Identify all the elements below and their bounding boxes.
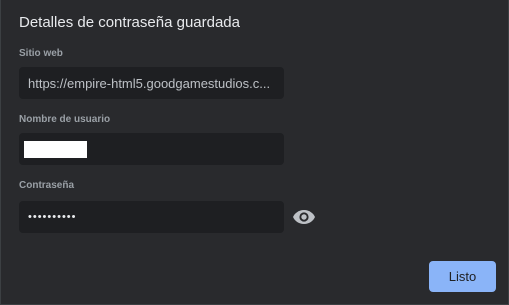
saved-password-dialog: Detalles de contraseña guardada Sitio we… (0, 0, 509, 305)
website-field[interactable]: https://empire-html5.goodgamestudios.c..… (19, 67, 284, 99)
username-field[interactable] (19, 133, 284, 165)
redacted-username-block (24, 141, 87, 158)
done-button[interactable]: Listo (429, 261, 496, 292)
eye-icon (293, 210, 315, 224)
dialog-title: Detalles de contraseña guardada (19, 14, 240, 31)
username-label: Nombre de usuario (19, 114, 111, 125)
website-label: Sitio web (19, 48, 63, 59)
show-password-button[interactable] (291, 205, 317, 229)
password-field[interactable]: •••••••••• (19, 201, 284, 233)
password-label: Contraseña (19, 180, 75, 191)
password-value: •••••••••• (28, 211, 77, 223)
website-value: https://empire-html5.goodgamestudios.c..… (28, 75, 271, 91)
